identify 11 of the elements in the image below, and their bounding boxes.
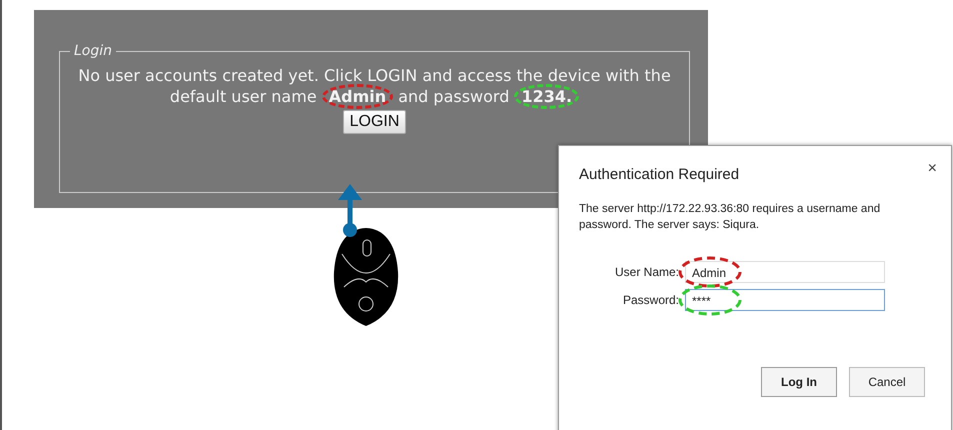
field-label: Password: — [622, 293, 680, 307]
group-legend: Login — [70, 43, 116, 59]
dialog-message: The server http://172.22.93.36:80 requires a username and password. The server says: Siqura. — [579, 202, 882, 233]
dialog-title: Authentication Required — [579, 166, 740, 183]
close-button[interactable]: × — [928, 160, 937, 178]
login-button[interactable]: LOGIN — [342, 110, 406, 134]
dialog-button[interactable]: Log In — [761, 367, 837, 397]
input-field[interactable]: **** — [685, 289, 885, 311]
input-field[interactable]: Admin — [685, 261, 885, 283]
field-label: User Name: — [614, 265, 680, 279]
dialog-button[interactable]: Cancel — [849, 367, 925, 397]
